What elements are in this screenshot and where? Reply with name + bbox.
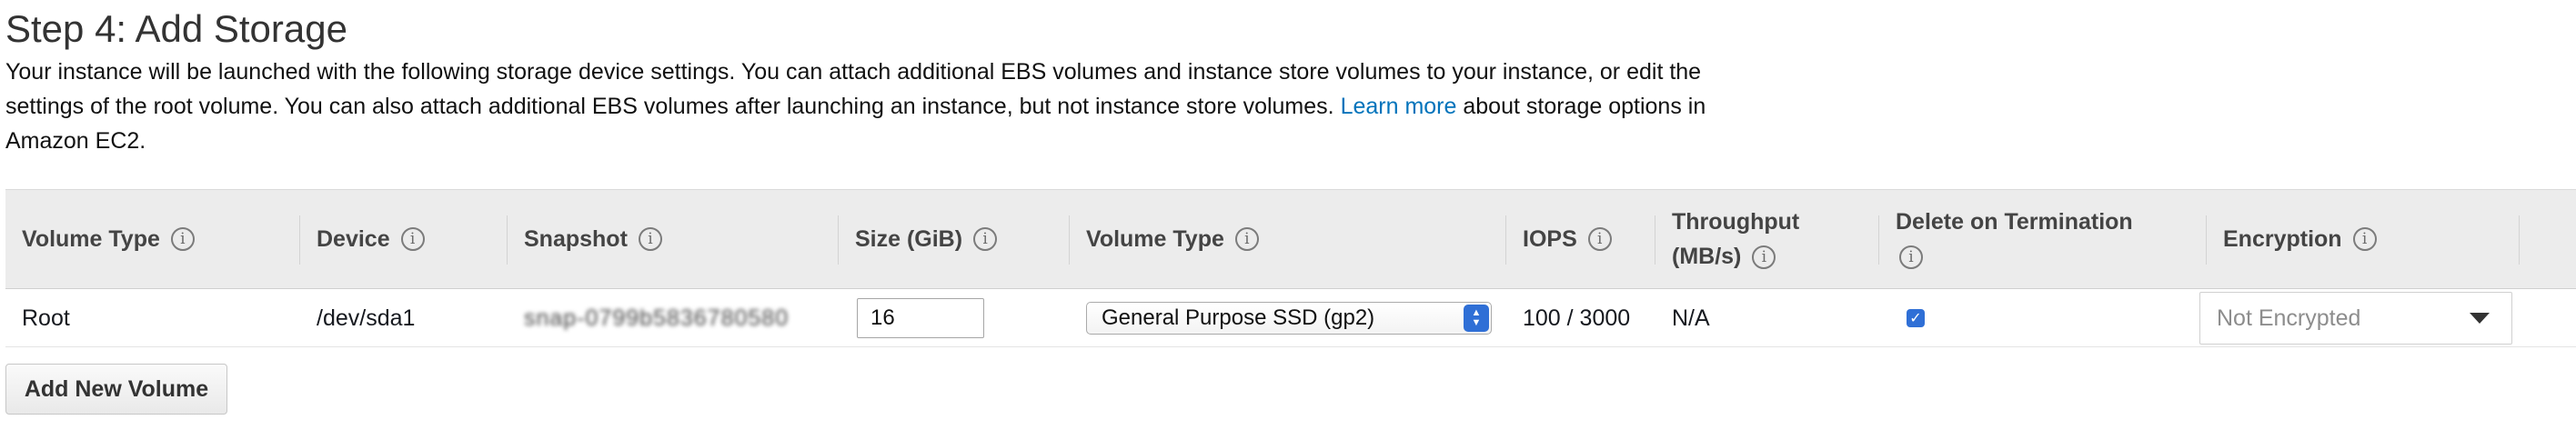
row-volume-type: Root — [22, 305, 70, 331]
learn-more-link[interactable]: Learn more — [1341, 94, 1457, 119]
select-stepper-icon: ▲ ▼ — [1464, 305, 1489, 332]
info-icon[interactable]: i — [1234, 227, 1259, 251]
header-throughput: Throughput (MB/s) i — [1655, 190, 1879, 288]
info-icon[interactable]: i — [1587, 227, 1612, 251]
row-iops: 100 / 3000 — [1523, 305, 1631, 331]
page-description: Your instance will be launched with the … — [5, 55, 1716, 158]
caret-down-icon — [2470, 313, 2490, 324]
row-snapshot: snap-0799b5836780580 — [508, 289, 839, 347]
header-encryption: Encryption i — [2207, 190, 2520, 288]
header-size: Size (GiB) i — [839, 190, 1070, 288]
page-title: Step 4: Add Storage — [5, 7, 347, 50]
size-input[interactable] — [857, 298, 984, 338]
row-device: /dev/sda1 — [317, 305, 416, 331]
add-storage-page: Step 4: Add Storage Your instance will b… — [0, 0, 2576, 440]
encryption-select[interactable]: Not Encrypted — [2199, 292, 2512, 345]
volume-type-select[interactable]: General Purpose SSD (gp2) ▲ ▼ — [1086, 302, 1492, 335]
header-iops: IOPS i — [1506, 190, 1655, 288]
row-size — [839, 289, 1070, 347]
table-row: Root /dev/sda1 snap-0799b5836780580 Gene… — [5, 289, 2576, 347]
storage-table: Volume Type i Device i Snapshot i Size (… — [5, 189, 2576, 349]
delete-on-termination-checkbox[interactable]: ✓ — [1907, 309, 1925, 327]
checkmark-icon: ✓ — [1909, 311, 1922, 326]
header-delete-on-termination: Delete on Termination i — [1879, 190, 2207, 288]
info-icon[interactable]: i — [638, 227, 662, 251]
header-ebs-volume-type: Volume Type i — [1070, 190, 1506, 288]
row-encryption: Not Encrypted — [2199, 289, 2527, 347]
info-icon[interactable]: i — [1752, 245, 1776, 270]
info-icon[interactable]: i — [1899, 245, 1923, 270]
info-icon[interactable]: i — [170, 227, 195, 251]
row-ebs-volume-type: General Purpose SSD (gp2) ▲ ▼ — [1070, 289, 1506, 347]
info-icon[interactable]: i — [400, 227, 425, 251]
header-device: Device i — [300, 190, 508, 288]
add-new-volume-button[interactable]: Add New Volume — [5, 364, 227, 415]
info-icon[interactable]: i — [973, 227, 998, 251]
snapshot-id: snap-0799b5836780580 — [524, 305, 790, 331]
table-header: Volume Type i Device i Snapshot i Size (… — [5, 189, 2576, 289]
row-throughput: N/A — [1672, 305, 1710, 331]
header-snapshot: Snapshot i — [508, 190, 839, 288]
header-volume-type: Volume Type i — [5, 190, 300, 288]
row-delete-on-termination: ✓ — [1879, 289, 2207, 347]
info-icon[interactable]: i — [2352, 227, 2377, 251]
